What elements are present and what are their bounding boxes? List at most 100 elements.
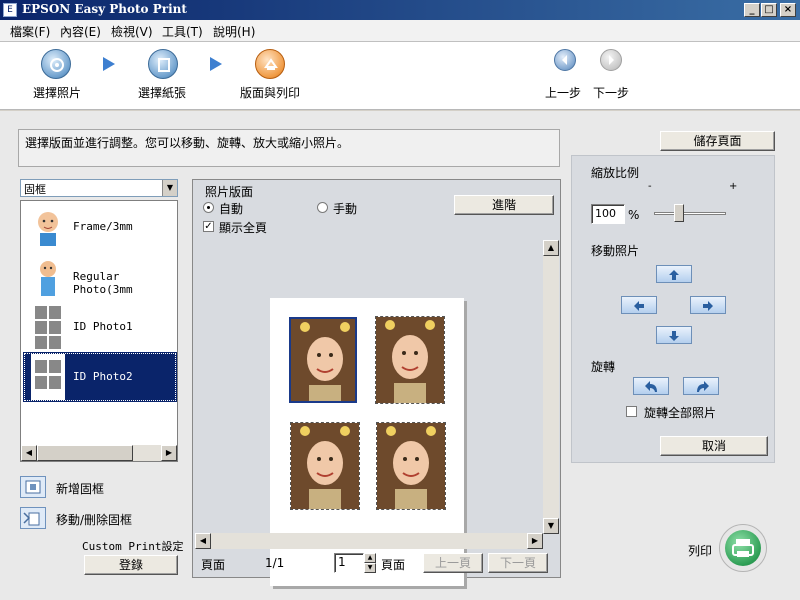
zoom-slider-track[interactable] [654,212,726,215]
print-label[interactable]: 列印 [688,542,712,559]
layout-panel: 照片版面 自動 手動 進階 ✓ 顯示全頁 ▲ ▼ ◀ ▶ 頁面 1/1 1 ▲ … [192,179,561,586]
girl-portrait-icon [291,423,359,509]
zoom-slider-thumb[interactable] [674,204,684,222]
advanced-button[interactable]: 進階 [454,195,554,215]
scroll-left-icon[interactable]: ◀ [21,445,37,461]
frame-type-select[interactable]: 固框 ▼ [20,179,178,197]
menu-tools[interactable]: 工具(T) [162,23,203,40]
next-icon[interactable] [600,49,622,71]
zoom-plus-label: + [729,181,738,192]
back-button-label[interactable]: 上一步 [545,84,581,101]
step-select-paper[interactable]: 選擇紙張 [138,84,186,101]
toddler-photo-icon [31,254,65,300]
photo-slot[interactable] [375,316,445,404]
manual-radio-label[interactable]: 手動 [333,200,357,217]
move-delete-frame-icon[interactable] [20,507,46,529]
scroll-up-icon[interactable]: ▲ [543,240,559,256]
frame-item-label: ID Photo1 [73,320,133,333]
show-full-page-label[interactable]: 顯示全頁 [219,219,267,236]
move-photo-label: 移動照片 [591,244,640,258]
title-bar: E EPSON Easy Photo Print _ □ × [0,0,800,20]
baby-photo-icon [31,204,65,250]
instruction-text: 選擇版面並進行調整。您可以移動、旋轉、放大或縮小照片。 [18,129,560,167]
photo-layout-label: 照片版面 [205,185,254,199]
girl-portrait-icon [377,423,445,509]
main-area: 選擇版面並進行調整。您可以移動、旋轉、放大或縮小照片。 儲存頁面 固框 ▼ Fr… [0,111,800,600]
select-photo-icon[interactable] [41,49,71,79]
move-right-icon[interactable] [690,296,726,314]
frame-item-label: Regular Photo(3mm [73,270,133,296]
frame-list-scrollbar[interactable]: ◀ ▶ [21,445,177,461]
wizard-bar: 選擇照片 選擇紙張 版面與列印 上一步 下一步 [0,42,800,110]
select-paper-icon[interactable] [148,49,178,79]
rotate-left-icon[interactable] [633,377,669,395]
menu-content[interactable]: 內容(E) [60,23,101,40]
girl-portrait-icon [376,317,444,403]
back-icon[interactable] [554,49,576,71]
menu-help[interactable]: 說明(H) [213,23,255,40]
frame-list-item[interactable]: Frame/3mm [23,202,177,252]
cancel-button[interactable]: 取消 [660,436,768,456]
frame-list-item[interactable]: Regular Photo(3mm [23,252,177,302]
photo-slot[interactable] [376,422,446,510]
custom-print-label: Custom Print設定 [82,540,184,553]
frame-list-item[interactable]: ID Photo1 [23,302,177,352]
auto-radio[interactable] [203,202,214,213]
manual-radio[interactable] [317,202,328,213]
scroll-right-icon[interactable]: ▶ [527,533,543,549]
next-page-button[interactable]: 下一頁 [488,553,548,573]
scroll-left-icon[interactable]: ◀ [195,533,211,549]
page-preview[interactable] [194,236,542,586]
zoom-minus-label: - [648,181,652,192]
menu-bar: 檔案(F) 內容(E) 檢視(V) 工具(T) 說明(H) [0,20,800,42]
rotate-right-icon[interactable] [683,377,719,395]
window-title: EPSON Easy Photo Print [22,2,187,16]
page-spinner[interactable]: ▲ ▼ [364,553,376,573]
next-button-label[interactable]: 下一步 [593,84,629,101]
chevron-down-icon[interactable]: ▼ [162,180,177,196]
step-layout-print[interactable]: 版面與列印 [240,84,300,101]
frame-list[interactable]: Frame/3mm Regular Photo(3mm ID Photo1 ID… [20,200,178,462]
register-button[interactable]: 登錄 [84,555,178,575]
page-number-input[interactable]: 1 [334,553,364,573]
rotate-all-label[interactable]: 旋轉全部照片 [644,404,716,421]
auto-radio-label[interactable]: 自動 [219,200,243,217]
save-page-button[interactable]: 儲存頁面 [660,131,775,151]
percent-label: % [628,208,640,222]
photo-slot[interactable] [289,317,357,403]
print-button[interactable] [719,524,767,572]
scroll-right-icon[interactable]: ▶ [161,445,177,461]
layout-print-icon[interactable] [255,49,285,79]
rotate-label: 旋轉 [591,360,616,374]
prev-page-button[interactable]: 上一頁 [423,553,483,573]
scroll-thumb[interactable] [37,445,133,461]
menu-file[interactable]: 檔案(F) [10,23,50,40]
adjust-panel: 縮放比例 - + 100 % 移動照片 旋轉 旋轉全部照片 取消 [571,155,775,463]
page-unit-label: 頁面 [381,558,406,572]
add-frame-label[interactable]: 新增固框 [56,480,104,497]
minimize-button[interactable]: _ [744,3,760,17]
step-arrow-icon [103,57,115,71]
move-left-icon[interactable] [621,296,657,314]
spin-up-icon[interactable]: ▲ [364,553,376,563]
rotate-all-checkbox[interactable] [626,406,637,417]
maximize-button[interactable]: □ [761,3,777,17]
step-select-photo[interactable]: 選擇照片 [33,84,81,101]
add-frame-icon[interactable] [20,476,46,498]
scroll-down-icon[interactable]: ▼ [543,518,559,534]
menu-view[interactable]: 檢視(V) [111,23,153,40]
frame-list-item-selected[interactable]: ID Photo2 [23,352,177,402]
show-full-page-checkbox[interactable]: ✓ [203,221,214,232]
move-delete-frame-label[interactable]: 移動/刪除固框 [56,511,132,528]
printer-icon [725,530,761,566]
move-up-icon[interactable] [656,265,692,283]
preview-hscrollbar[interactable]: ◀ ▶ [195,533,543,549]
photo-slot[interactable] [290,422,360,510]
move-down-icon[interactable] [656,326,692,344]
frame-type-value: 固框 [24,183,46,196]
close-button[interactable]: × [780,3,796,17]
zoom-input[interactable]: 100 [591,204,625,224]
spin-down-icon[interactable]: ▼ [364,563,376,573]
step-arrow-icon [210,57,222,71]
preview-vscrollbar[interactable]: ▲ ▼ [543,240,559,534]
